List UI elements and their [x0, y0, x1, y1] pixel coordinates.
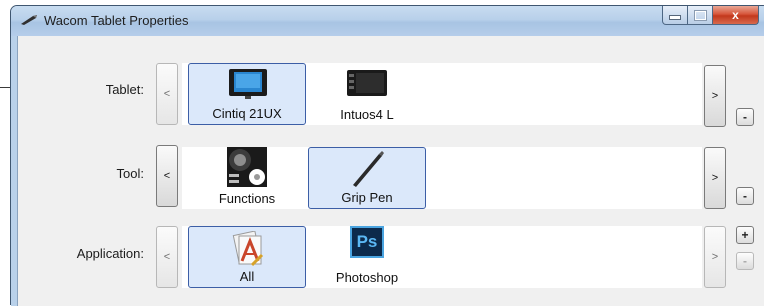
cintiq-tablet-icon — [229, 69, 267, 99]
tool-row: Tool: < Functions Grip Pen > - — [18, 141, 764, 209]
tablet-item-label: Cintiq 21UX — [212, 106, 282, 121]
tablet-list: Cintiq 21UX Intuos4 L — [182, 63, 702, 125]
grip-pen-icon — [353, 151, 384, 187]
application-item-photoshop[interactable]: Ps Photoshop — [308, 226, 426, 288]
application-label: Application: — [76, 246, 144, 261]
tool-item-grip-pen[interactable]: Grip Pen — [308, 147, 426, 209]
minimize-icon — [669, 15, 681, 20]
tool-next-button[interactable]: > — [704, 147, 726, 209]
tablet-next-button[interactable]: > — [704, 65, 726, 127]
tool-label: Tool: — [116, 166, 144, 181]
minimize-button[interactable] — [662, 6, 688, 25]
close-button[interactable]: x — [713, 6, 759, 25]
tool-item-label: Functions — [218, 191, 276, 206]
title-bar[interactable]: Wacom Tablet Properties x — [11, 6, 764, 36]
application-prev-button[interactable]: < — [156, 226, 178, 288]
tablet-item-intuos[interactable]: Intuos4 L — [308, 63, 426, 125]
tool-prev-button[interactable]: < — [156, 145, 178, 207]
application-remove-button[interactable]: - — [736, 252, 754, 270]
application-all-icon — [232, 231, 264, 267]
application-row: Application: < All Ps Photoshop > + - — [18, 220, 764, 288]
photoshop-icon: Ps — [350, 226, 384, 258]
tool-item-functions[interactable]: Functions — [188, 147, 306, 209]
close-icon: x — [732, 8, 739, 22]
window-controls: x — [662, 6, 759, 26]
tablet-remove-button[interactable]: - — [736, 108, 754, 126]
application-list: All Ps Photoshop — [182, 226, 702, 288]
application-item-label: Photoshop — [335, 270, 399, 285]
window-title: Wacom Tablet Properties — [44, 13, 189, 28]
tablet-item-label: Intuos4 L — [340, 107, 394, 122]
functions-icon — [227, 147, 267, 187]
tablet-item-cintiq[interactable]: Cintiq 21UX — [188, 63, 306, 125]
application-next-button[interactable]: > — [704, 226, 726, 288]
tool-item-label: Grip Pen — [341, 190, 393, 205]
application-add-button[interactable]: + — [736, 226, 754, 244]
tool-remove-button[interactable]: - — [736, 187, 754, 205]
intuos-tablet-icon — [347, 70, 387, 96]
application-item-all[interactable]: All — [188, 226, 306, 288]
pen-app-icon — [21, 15, 37, 25]
photoshop-icon-text: Ps — [356, 232, 378, 251]
wacom-properties-window: Wacom Tablet Properties x Tablet: < Cint… — [10, 5, 764, 306]
tablet-prev-button[interactable]: < — [156, 63, 178, 125]
application-item-label: All — [239, 269, 255, 284]
tool-list: Functions Grip Pen — [182, 147, 702, 209]
tablet-label: Tablet: — [105, 82, 144, 97]
maximize-button[interactable] — [688, 6, 713, 25]
maximize-icon — [693, 9, 707, 21]
window-body: Tablet: < Cintiq 21UX Intuos4 L > - Tool… — [17, 36, 764, 306]
tablet-row: Tablet: < Cintiq 21UX Intuos4 L > - — [18, 63, 764, 131]
